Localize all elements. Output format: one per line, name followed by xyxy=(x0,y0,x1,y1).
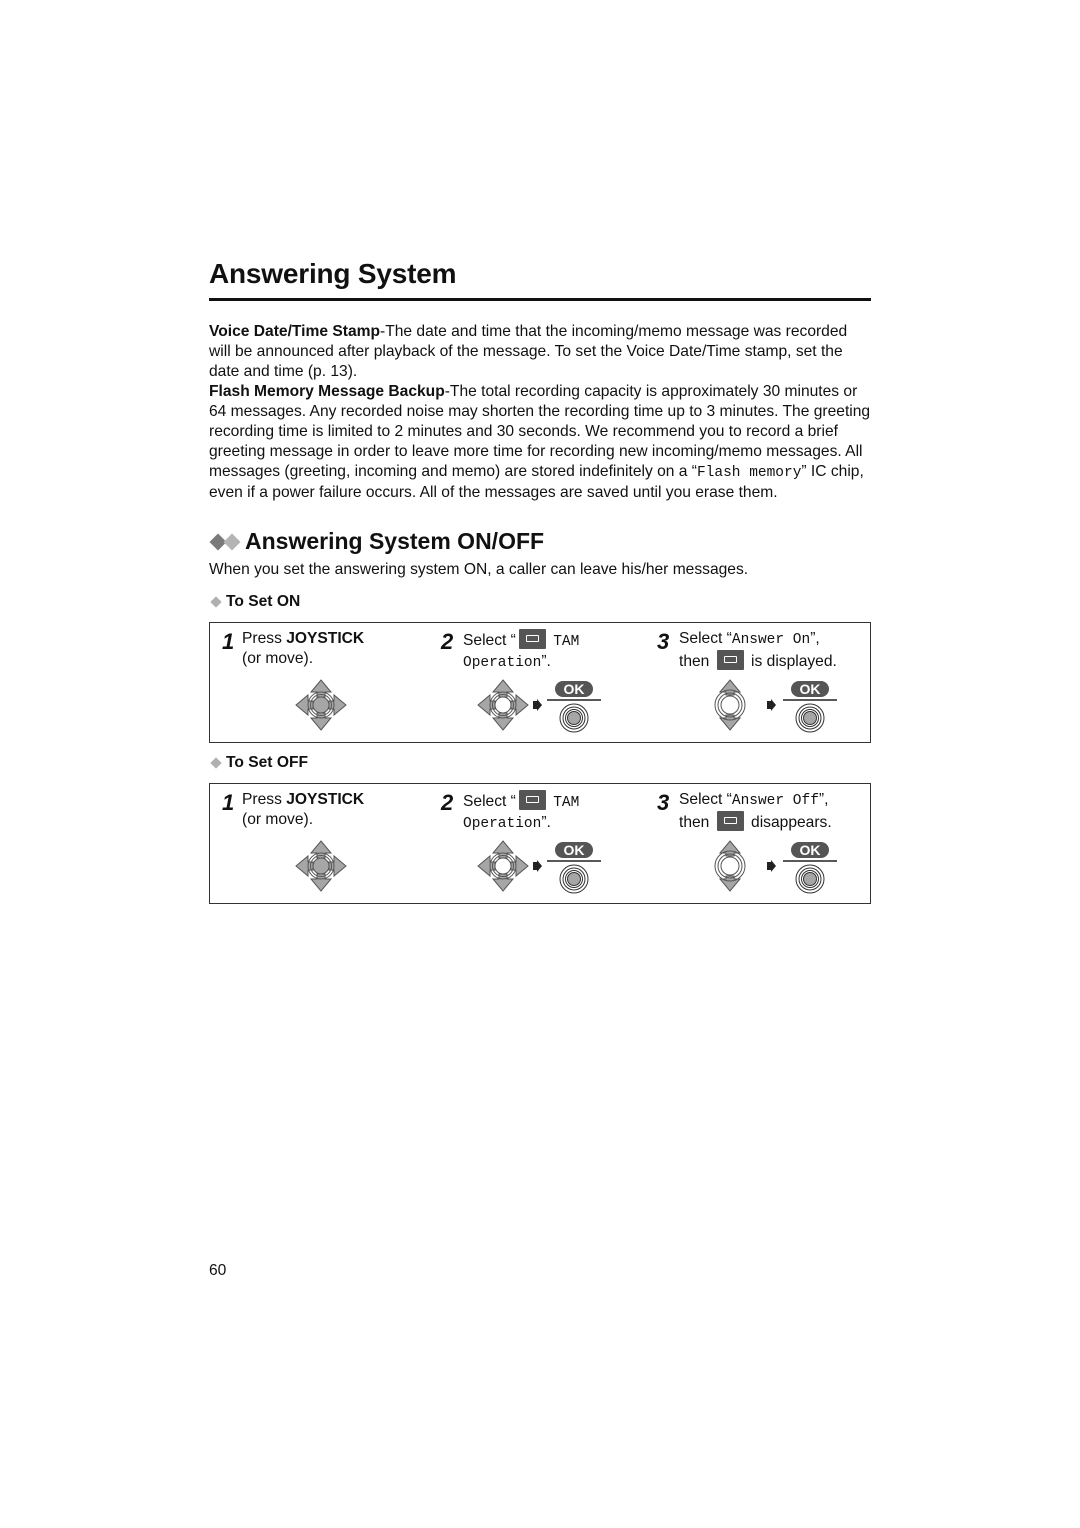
step-text-then: then xyxy=(679,653,710,670)
step-2: 2 Select “ TAM Operation”. OK xyxy=(437,623,652,742)
joystick-updown-icon xyxy=(714,840,746,892)
arrow-right-icon xyxy=(533,860,542,872)
menu-item-operation: Operation xyxy=(463,655,542,671)
voice-stamp-label: Voice Date/Time Stamp xyxy=(209,323,381,340)
flash-backup-paragraph: Flash Memory Message Backup-The total re… xyxy=(209,382,871,503)
set-on-heading-text: To Set ON xyxy=(226,593,301,610)
step-text-pre: Press xyxy=(242,630,287,647)
step-number: 1 xyxy=(222,790,235,815)
joystick-4way-icon xyxy=(295,679,347,731)
step-number: 3 xyxy=(657,790,670,815)
ok-label: OK xyxy=(564,842,585,858)
step-text-then: then xyxy=(679,814,710,831)
step-instructions: Select “Answer Off”, then disappears. xyxy=(679,790,832,833)
page-number: 60 xyxy=(209,1262,227,1279)
set-off-steps: 1 Press JOYSTICK (or move). 2 Select “ TA… xyxy=(209,783,871,904)
step-text-pre: Select “ xyxy=(679,630,732,647)
step-text-post: ”. xyxy=(541,814,551,831)
set-on-heading: To Set ON xyxy=(209,593,300,611)
joystick-label: JOYSTICK xyxy=(286,791,365,808)
step-text-pre: Select “ xyxy=(463,632,516,649)
joystick-updown-icon xyxy=(714,679,746,731)
step-number: 1 xyxy=(222,629,235,654)
step-3: 3 Select “Answer Off”, then disappears. O… xyxy=(653,784,868,903)
step-text-result: is displayed. xyxy=(751,653,837,670)
answering-machine-icon xyxy=(518,790,546,810)
page-title: Answering System xyxy=(209,258,457,289)
step-number: 2 xyxy=(441,629,454,654)
step-text-line2: (or move). xyxy=(242,650,314,667)
double-diamond-icon xyxy=(209,533,241,550)
step-text-post: ”, xyxy=(810,630,820,647)
flash-memory-term: Flash memory xyxy=(696,465,802,481)
step-instructions: Press JOYSTICK (or move). xyxy=(242,790,364,830)
voice-stamp-paragraph: Voice Date/Time Stamp-The date and time … xyxy=(209,322,871,382)
section-title: Answering System ON/OFF xyxy=(245,528,545,554)
step-text-line2: (or move). xyxy=(242,811,314,828)
menu-item-answer-off: Answer Off xyxy=(731,793,819,809)
ok-button-icon: OK xyxy=(783,681,837,733)
step-2: 2 Select “ TAM Operation”. OK xyxy=(437,784,652,903)
step-number: 2 xyxy=(441,790,454,815)
menu-item-tam: TAM xyxy=(553,634,580,650)
diamond-bullet-icon xyxy=(210,596,222,608)
step-text-post: ”, xyxy=(818,791,829,808)
step-text-pre: Press xyxy=(242,791,287,808)
diamond-bullet-icon xyxy=(210,757,222,769)
step-text-result: disappears. xyxy=(751,814,832,831)
ok-button-icon: OK xyxy=(783,842,837,894)
joystick-4way-icon xyxy=(477,840,529,892)
step-instructions: Select “ TAM Operation”. xyxy=(463,629,579,673)
ok-label: OK xyxy=(800,681,821,697)
answering-machine-icon xyxy=(518,629,546,649)
step-1: 1 Press JOYSTICK (or move). xyxy=(210,784,435,903)
section-heading: Answering System ON/OFF xyxy=(209,528,544,555)
step-instructions: Select “ TAM Operation”. xyxy=(463,790,579,834)
set-off-heading-text: To Set OFF xyxy=(226,754,309,771)
step-text-pre: Select “ xyxy=(679,791,732,808)
joystick-4way-icon xyxy=(477,679,529,731)
joystick-4way-icon xyxy=(295,840,347,892)
ok-label: OK xyxy=(800,842,821,858)
step-text-post: ”. xyxy=(541,653,551,670)
step-1: 1 Press JOYSTICK (or move). xyxy=(210,623,435,742)
menu-item-tam: TAM xyxy=(553,795,580,811)
section-intro: When you set the answering system ON, a … xyxy=(209,561,749,578)
menu-item-operation: Operation xyxy=(463,816,542,832)
arrow-right-icon xyxy=(767,699,776,711)
arrow-right-icon xyxy=(767,860,776,872)
set-off-heading: To Set OFF xyxy=(209,754,308,772)
ok-label: OK xyxy=(564,681,585,697)
step-instructions: Press JOYSTICK (or move). xyxy=(242,629,364,669)
flash-backup-label: Flash Memory Message Backup xyxy=(209,383,445,400)
step-3: 3 Select “Answer On”, then is displayed. … xyxy=(653,623,868,742)
ok-button-icon: OK xyxy=(547,681,601,733)
answering-machine-icon xyxy=(716,811,744,831)
menu-item-answer-on: Answer On xyxy=(731,632,811,648)
ok-button-icon: OK xyxy=(547,842,601,894)
title-divider xyxy=(209,298,871,301)
set-on-steps: 1 Press JOYSTICK (or move). 2 Select “ TA… xyxy=(209,622,871,743)
step-number: 3 xyxy=(657,629,670,654)
step-text-pre: Select “ xyxy=(463,793,516,810)
arrow-right-icon xyxy=(533,699,542,711)
answering-machine-icon xyxy=(716,650,744,670)
step-instructions: Select “Answer On”, then is displayed. xyxy=(679,629,837,672)
joystick-label: JOYSTICK xyxy=(286,630,365,647)
